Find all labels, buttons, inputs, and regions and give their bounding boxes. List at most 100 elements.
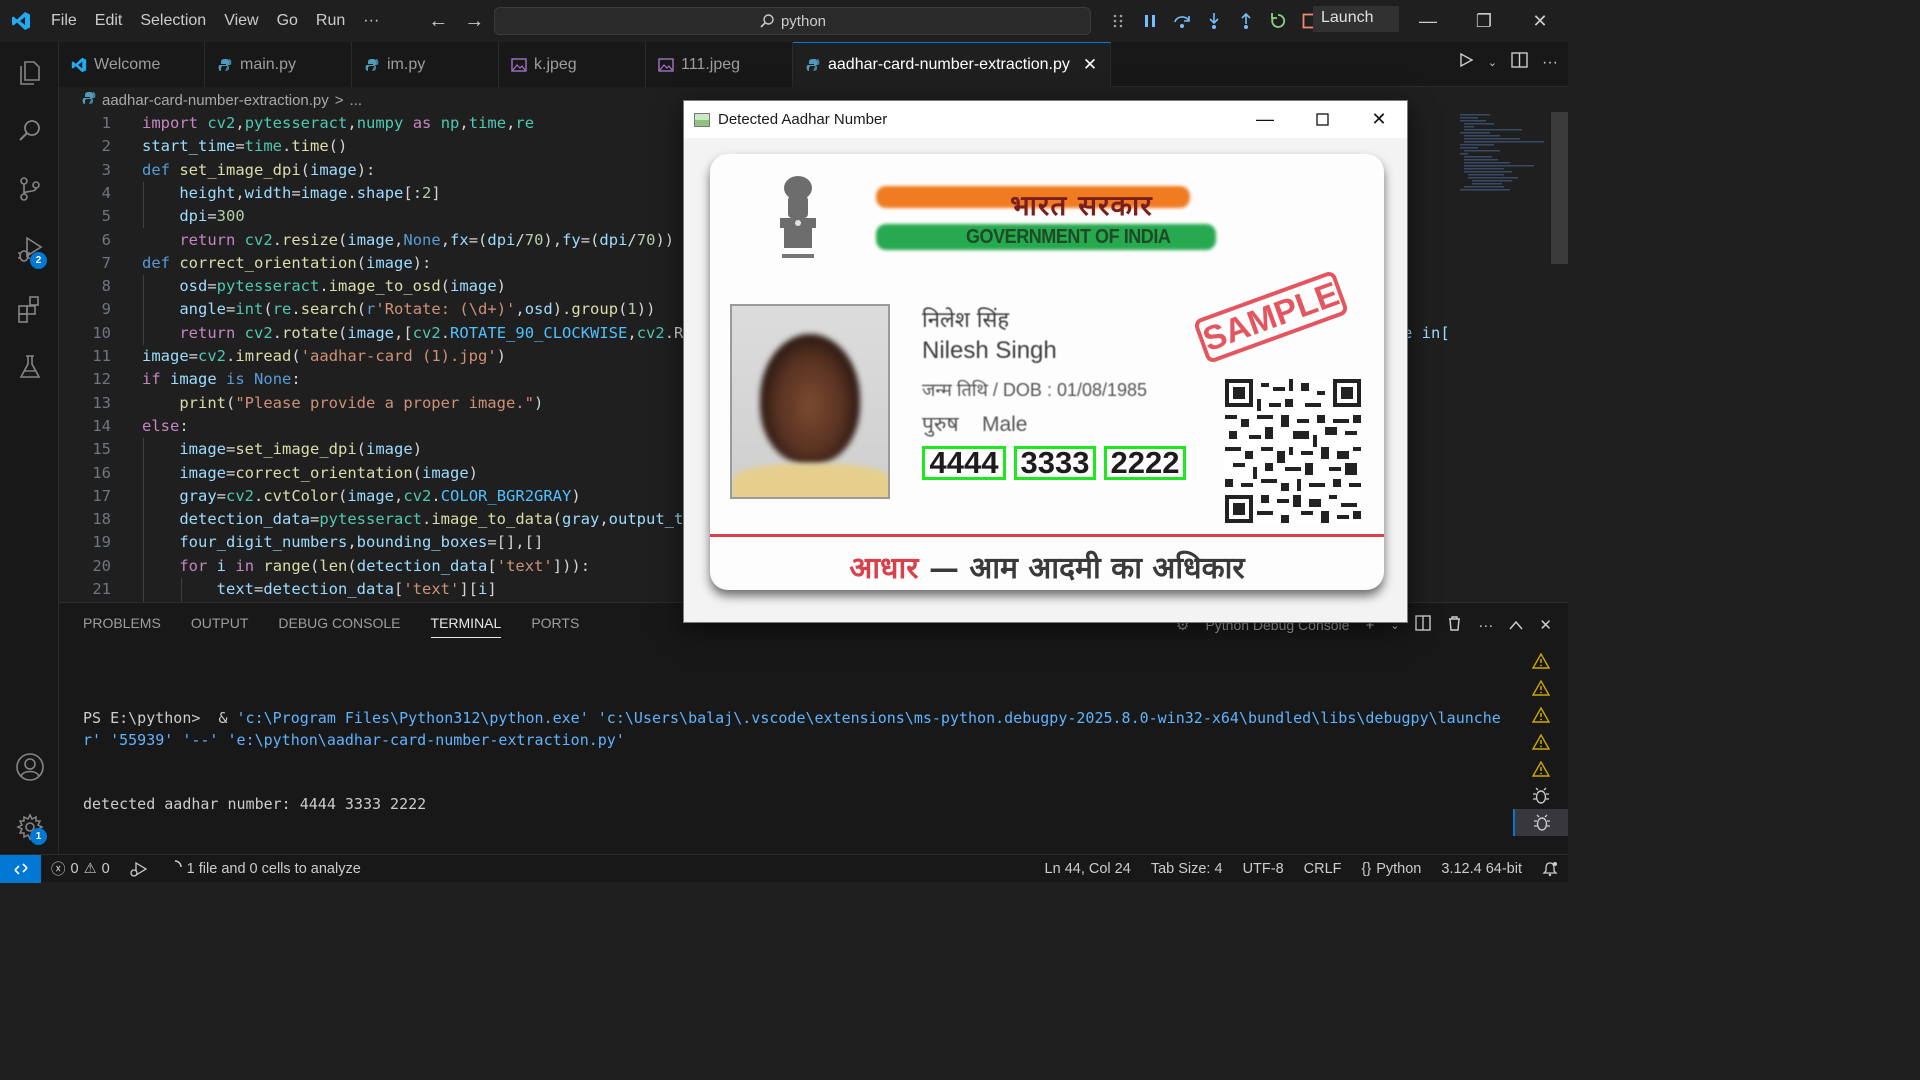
tab-111-jpeg[interactable]: 111.jpeg [646,42,793,87]
qr-code [1225,379,1361,523]
language-mode[interactable]: {} Python [1352,861,1432,877]
editor-scroll-thumb[interactable] [1551,112,1568,264]
government-hindi-text: भारत सरकार [1010,189,1153,222]
status-bar-right: Ln 44, Col 24 Tab Size: 4 UTF-8 CRLF {} P… [1035,855,1568,883]
tab-output[interactable]: OUTPUT [191,615,249,638]
encoding[interactable]: UTF-8 [1233,861,1294,877]
close-panel-icon[interactable]: ✕ [1539,616,1552,634]
warning-icon[interactable] [1513,755,1568,782]
pause-icon[interactable] [1140,11,1160,31]
tab-terminal[interactable]: TERMINAL [430,615,502,638]
restore-icon[interactable]: ❐ [1456,0,1512,42]
python-file-icon [217,58,233,72]
tab-problems[interactable]: PROBLEMS [83,615,161,638]
close-icon[interactable]: ✕ [1350,101,1408,138]
warning-icon[interactable] [1513,674,1568,701]
warning-icon[interactable] [1513,728,1568,755]
menu-file[interactable]: File [42,12,86,30]
close-icon[interactable]: ✕ [1512,0,1568,42]
drag-handle-icon[interactable] [1108,11,1128,31]
analysis-text: 1 file and 0 cells to analyze [186,860,361,877]
tab-im-py[interactable]: im.py [352,42,499,87]
warning-icon: ⚠ [83,860,97,877]
more-actions-icon[interactable]: ··· [1478,617,1493,634]
run-file-icon[interactable] [1458,52,1474,73]
holder-name-hindi: निलेश सिंह [922,308,1010,333]
terminal-side-list [1513,647,1568,836]
launch-config-select[interactable]: Launch [1313,6,1399,32]
debug-bug-icon[interactable] [1513,809,1568,836]
notifications-bell-icon[interactable] [1532,861,1568,877]
command-center-search[interactable]: python [494,7,1091,35]
menu-run[interactable]: Run [307,12,354,30]
tab-aadhar-card-number-extraction[interactable]: aadhar-card-number-extraction.py ✕ [793,42,1111,87]
debug-status-icon[interactable] [120,861,158,877]
tab-debug-console[interactable]: DEBUG CONSOLE [278,615,400,638]
python-interpreter[interactable]: 3.12.4 64-bit [1431,861,1532,877]
line-ending[interactable]: CRLF [1294,861,1352,877]
terminal-output[interactable]: PS E:\python> & 'c:\Program Files\Python… [83,665,1503,923]
tab-k-jpeg[interactable]: k.jpeg [499,42,646,87]
menu-selection[interactable]: Selection [131,12,215,30]
gender-english: Male [981,413,1028,436]
editor-actions: ⌄ ··· [1458,52,1558,73]
run-debug-icon[interactable]: 2 [0,224,59,274]
trash-icon[interactable] [1447,615,1462,635]
testing-icon[interactable] [0,342,59,392]
terminal-prompt: PS E:\python> [83,709,210,727]
tab-size[interactable]: Tab Size: 4 [1141,861,1233,877]
menu-more[interactable]: ··· [354,12,388,30]
step-over-icon[interactable] [1172,11,1192,31]
settings-gear-icon[interactable]: 1 [0,802,59,852]
panel-tabs: PROBLEMS OUTPUT DEBUG CONSOLE TERMINAL P… [83,615,579,638]
tab-welcome[interactable]: Welcome [59,42,205,87]
tab-main-py[interactable]: main.py [205,42,352,87]
problems-indicator[interactable]: ⓧ 0 ⚠ 0 [41,858,120,879]
minimize-icon[interactable]: — [1236,101,1294,138]
maximize-panel-icon[interactable] [1509,617,1523,634]
forward-arrow-icon[interactable]: → [464,10,484,33]
step-out-icon[interactable] [1236,11,1256,31]
extensions-icon[interactable] [0,284,59,334]
minimap[interactable] [1454,112,1550,602]
breadcrumb: aadhar-card-number-extraction.py > ... [82,88,362,112]
status-bar: ⓧ 0 ⚠ 0 1 file and 0 cells to analyze Ln… [0,854,1568,883]
aadhar-card-image: भारत सरकार GOVERNMENT OF INDIA निलेश सिं… [684,138,1407,622]
split-editor-icon[interactable] [1511,52,1528,73]
more-actions-icon[interactable]: ··· [1542,54,1558,72]
detected-aadhar-window[interactable]: Detected Aadhar Number — ✕ भारत सरकार GO… [683,100,1408,623]
terminal-result: detected aadhar number: 4444 3333 2222 [83,795,427,813]
explorer-icon[interactable] [0,48,59,98]
breadcrumb-file[interactable]: aadhar-card-number-extraction.py [102,92,329,109]
step-into-icon[interactable] [1204,11,1224,31]
account-icon[interactable] [0,742,59,792]
sample-stamp: SAMPLE [1192,269,1350,365]
search-icon [760,14,774,28]
debug-bug-icon[interactable] [1513,782,1568,809]
warning-icon[interactable] [1513,647,1568,674]
minimize-icon[interactable]: — [1400,0,1456,42]
analysis-status[interactable]: 1 file and 0 cells to analyze [158,859,371,878]
source-control-icon[interactable] [0,164,59,214]
split-terminal-icon[interactable] [1415,615,1432,635]
search-icon[interactable] [0,106,59,156]
remote-indicator-icon[interactable] [0,854,41,883]
breadcrumb-symbols[interactable]: ... [350,92,363,109]
back-arrow-icon[interactable]: ← [428,10,448,33]
menu-edit[interactable]: Edit [86,12,132,30]
aadhar-number-group-3: 2222 [1104,446,1186,480]
chevron-down-icon[interactable]: ⌄ [1488,56,1497,69]
card-tagline: आधार — आम आदमी का अधिकार [710,546,1384,587]
braces-icon: {} [1361,861,1372,877]
restart-icon[interactable] [1268,11,1288,31]
cursor-position[interactable]: Ln 44, Col 24 [1035,861,1141,877]
tab-ports[interactable]: PORTS [531,615,579,638]
close-tab-icon[interactable]: ✕ [1083,55,1097,75]
national-emblem-icon [770,168,826,268]
gender-hindi: पुरुष [922,413,959,436]
maximize-icon[interactable] [1293,101,1351,138]
warning-icon[interactable] [1513,701,1568,728]
menu-go[interactable]: Go [268,12,307,30]
menu-view[interactable]: View [215,12,267,30]
bottom-panel: PROBLEMS OUTPUT DEBUG CONSOLE TERMINAL P… [59,602,1568,879]
